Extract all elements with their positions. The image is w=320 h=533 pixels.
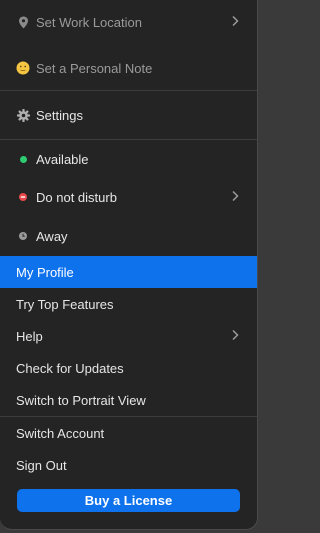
set-work-location-label: Set Work Location — [36, 14, 142, 30]
do-not-disturb-icon — [16, 193, 30, 201]
away-clock-icon — [16, 232, 30, 240]
smiley-emoji-icon — [16, 61, 30, 75]
divider — [0, 416, 257, 417]
sign-out-item[interactable]: Sign Out — [0, 450, 257, 480]
check-for-updates-label: Check for Updates — [16, 360, 124, 376]
status-dnd-item[interactable]: Do not disturb — [0, 183, 257, 211]
chevron-right-icon — [232, 329, 239, 344]
status-away-label: Away — [36, 228, 68, 244]
divider — [0, 90, 257, 91]
location-pin-icon — [16, 16, 30, 29]
status-away-item[interactable]: Away — [0, 222, 257, 250]
switch-account-label: Switch Account — [16, 425, 105, 441]
available-status-icon — [16, 155, 30, 163]
check-for-updates-item[interactable]: Check for Updates — [0, 353, 257, 383]
chevron-right-icon — [232, 190, 239, 205]
profile-menu: Set Work Location Set a Personal Note Se… — [0, 0, 258, 530]
help-item[interactable]: Help — [0, 321, 257, 351]
set-work-location-item[interactable]: Set Work Location — [0, 8, 257, 36]
switch-account-item[interactable]: Switch Account — [0, 418, 257, 448]
help-label: Help — [16, 328, 43, 344]
divider — [0, 139, 257, 140]
gear-icon — [16, 108, 30, 122]
switch-portrait-view-label: Switch to Portrait View — [16, 392, 146, 408]
status-available-item[interactable]: Available — [0, 145, 257, 173]
sign-out-label: Sign Out — [16, 457, 67, 473]
try-top-features-label: Try Top Features — [16, 296, 114, 312]
available-status-dot — [19, 155, 27, 163]
set-personal-note-label: Set a Personal Note — [36, 60, 153, 76]
switch-portrait-view-item[interactable]: Switch to Portrait View — [0, 385, 257, 415]
status-available-label: Available — [36, 151, 89, 167]
buy-license-button[interactable]: Buy a License — [17, 489, 240, 512]
try-top-features-item[interactable]: Try Top Features — [0, 289, 257, 319]
settings-label: Settings — [36, 107, 83, 123]
my-profile-label: My Profile — [16, 264, 74, 280]
settings-item[interactable]: Settings — [0, 101, 257, 129]
chevron-right-icon — [232, 15, 239, 30]
set-personal-note-item[interactable]: Set a Personal Note — [0, 54, 257, 82]
my-profile-item[interactable]: My Profile — [0, 256, 257, 288]
status-dnd-label: Do not disturb — [36, 189, 117, 205]
